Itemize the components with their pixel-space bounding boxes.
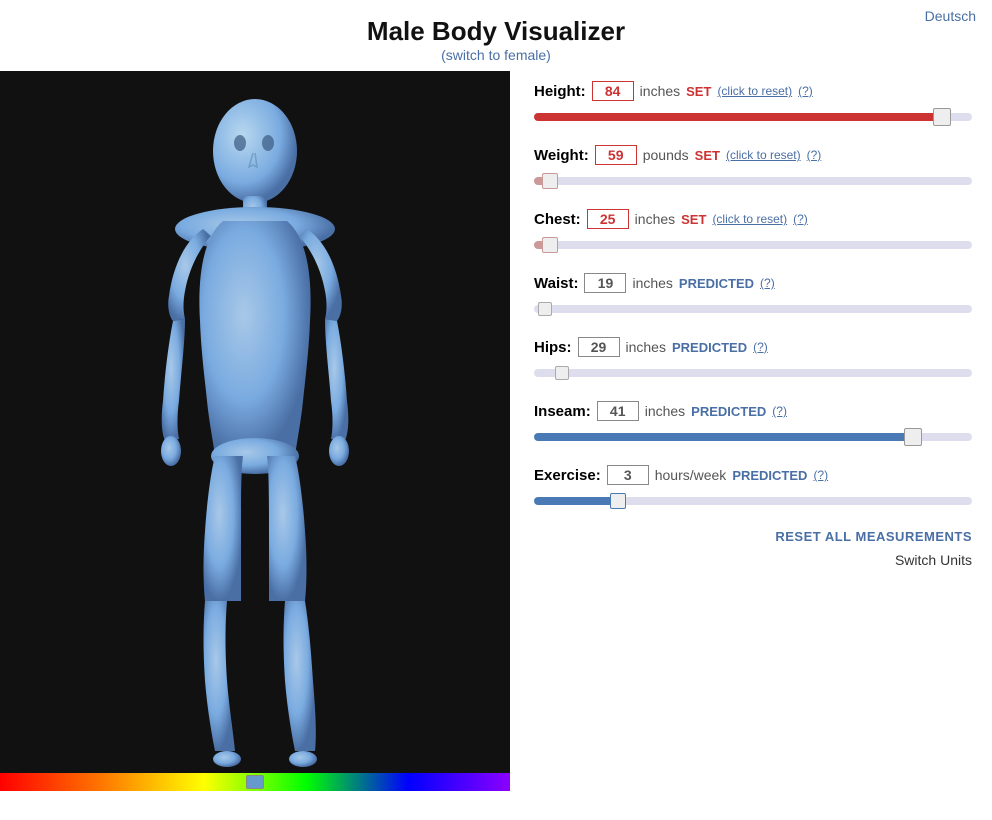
deutsch-link[interactable]: Deutsch <box>925 8 976 24</box>
chest-unit: inches <box>635 211 675 227</box>
chest-reset-link[interactable]: (click to reset) <box>712 212 787 226</box>
switch-gender-link[interactable]: (switch to female) <box>0 47 992 63</box>
exercise-control: Exercise: hours/week PREDICTED (?) <box>534 465 972 511</box>
height-unit: inches <box>640 83 680 99</box>
height-slider[interactable] <box>534 113 972 121</box>
inseam-control: Inseam: inches PREDICTED (?) <box>534 401 972 447</box>
weight-unit: pounds <box>643 147 689 163</box>
hips-status: PREDICTED <box>672 340 747 355</box>
weight-label: Weight: <box>534 147 589 164</box>
inseam-slider[interactable] <box>534 433 972 441</box>
chest-value-input[interactable] <box>587 209 629 229</box>
waist-label: Waist: <box>534 275 578 292</box>
hips-help-link[interactable]: (?) <box>753 340 768 354</box>
body-svg <box>85 91 425 771</box>
inseam-value-input[interactable] <box>597 401 639 421</box>
chest-control: Chest: inches SET (click to reset) (?) <box>534 209 972 255</box>
inseam-status: PREDICTED <box>691 404 766 419</box>
height-label: Height: <box>534 83 586 100</box>
exercise-unit: hours/week <box>655 467 727 483</box>
height-control: Height: inches SET (click to reset) (?) <box>534 81 972 127</box>
exercise-status: PREDICTED <box>732 468 807 483</box>
hips-control: Hips: inches PREDICTED (?) <box>534 337 972 383</box>
waist-status: PREDICTED <box>679 276 754 291</box>
chest-help-link[interactable]: (?) <box>793 212 808 226</box>
weight-slider[interactable] <box>534 177 972 185</box>
weight-help-link[interactable]: (?) <box>807 148 822 162</box>
body-visualization-panel <box>0 71 510 791</box>
color-bar-thumb[interactable] <box>246 775 264 789</box>
switch-units-button[interactable]: Switch Units <box>895 552 972 568</box>
chest-slider[interactable] <box>534 241 972 249</box>
exercise-slider[interactable] <box>534 497 972 505</box>
exercise-help-link[interactable]: (?) <box>813 468 828 482</box>
height-reset-link[interactable]: (click to reset) <box>717 84 792 98</box>
page-title: Male Body Visualizer <box>0 16 992 47</box>
weight-value-input[interactable] <box>595 145 637 165</box>
inseam-help-link[interactable]: (?) <box>772 404 787 418</box>
reset-all-button[interactable]: RESET ALL MEASUREMENTS <box>775 529 972 544</box>
hips-slider[interactable] <box>534 369 972 377</box>
waist-control: Waist: inches PREDICTED (?) <box>534 273 972 319</box>
bottom-controls: RESET ALL MEASUREMENTS Switch Units <box>534 529 972 568</box>
waist-unit: inches <box>632 275 672 291</box>
color-bar[interactable] <box>0 773 510 791</box>
weight-control: Weight: pounds SET (click to reset) (?) <box>534 145 972 191</box>
height-value-input[interactable] <box>592 81 634 101</box>
waist-slider[interactable] <box>534 305 972 313</box>
exercise-value-input[interactable] <box>607 465 649 485</box>
controls-panel: Height: inches SET (click to reset) (?) … <box>510 71 992 791</box>
waist-help-link[interactable]: (?) <box>760 276 775 290</box>
inseam-unit: inches <box>645 403 685 419</box>
weight-reset-link[interactable]: (click to reset) <box>726 148 801 162</box>
exercise-label: Exercise: <box>534 467 601 484</box>
body-figure <box>0 71 510 791</box>
hips-label: Hips: <box>534 339 572 356</box>
weight-status: SET <box>695 148 720 163</box>
hips-unit: inches <box>626 339 666 355</box>
hips-value-input[interactable] <box>578 337 620 357</box>
chest-status: SET <box>681 212 706 227</box>
inseam-label: Inseam: <box>534 403 591 420</box>
waist-value-input[interactable] <box>584 273 626 293</box>
chest-label: Chest: <box>534 211 581 228</box>
height-status: SET <box>686 84 711 99</box>
height-help-link[interactable]: (?) <box>798 84 813 98</box>
